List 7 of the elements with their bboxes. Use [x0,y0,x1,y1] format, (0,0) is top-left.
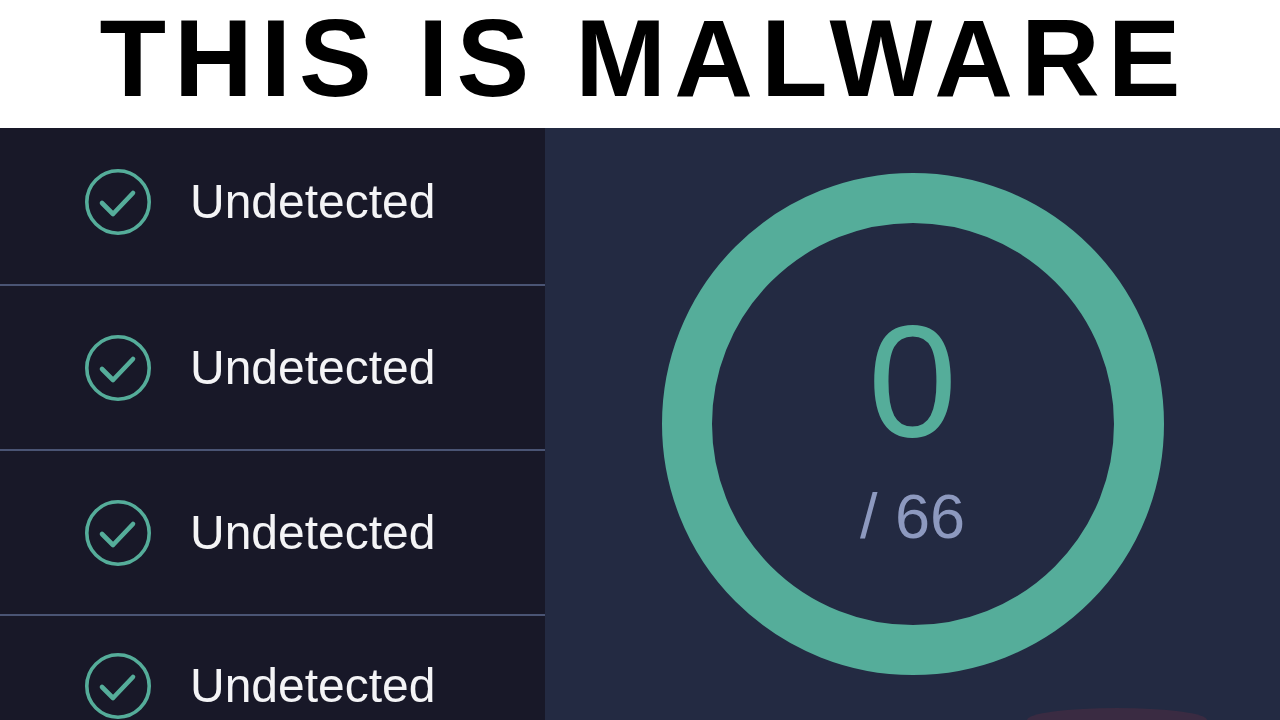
engine-total: / 66 [859,484,966,548]
caption-text: THIS IS MALWARE [99,3,1189,113]
engine-status: Undetected [190,343,436,392]
detection-count: 0 [868,300,957,461]
engine-status: Undetected [190,508,436,557]
engine-status: Undetected [190,662,436,710]
engine-status: Undetected [190,178,436,226]
